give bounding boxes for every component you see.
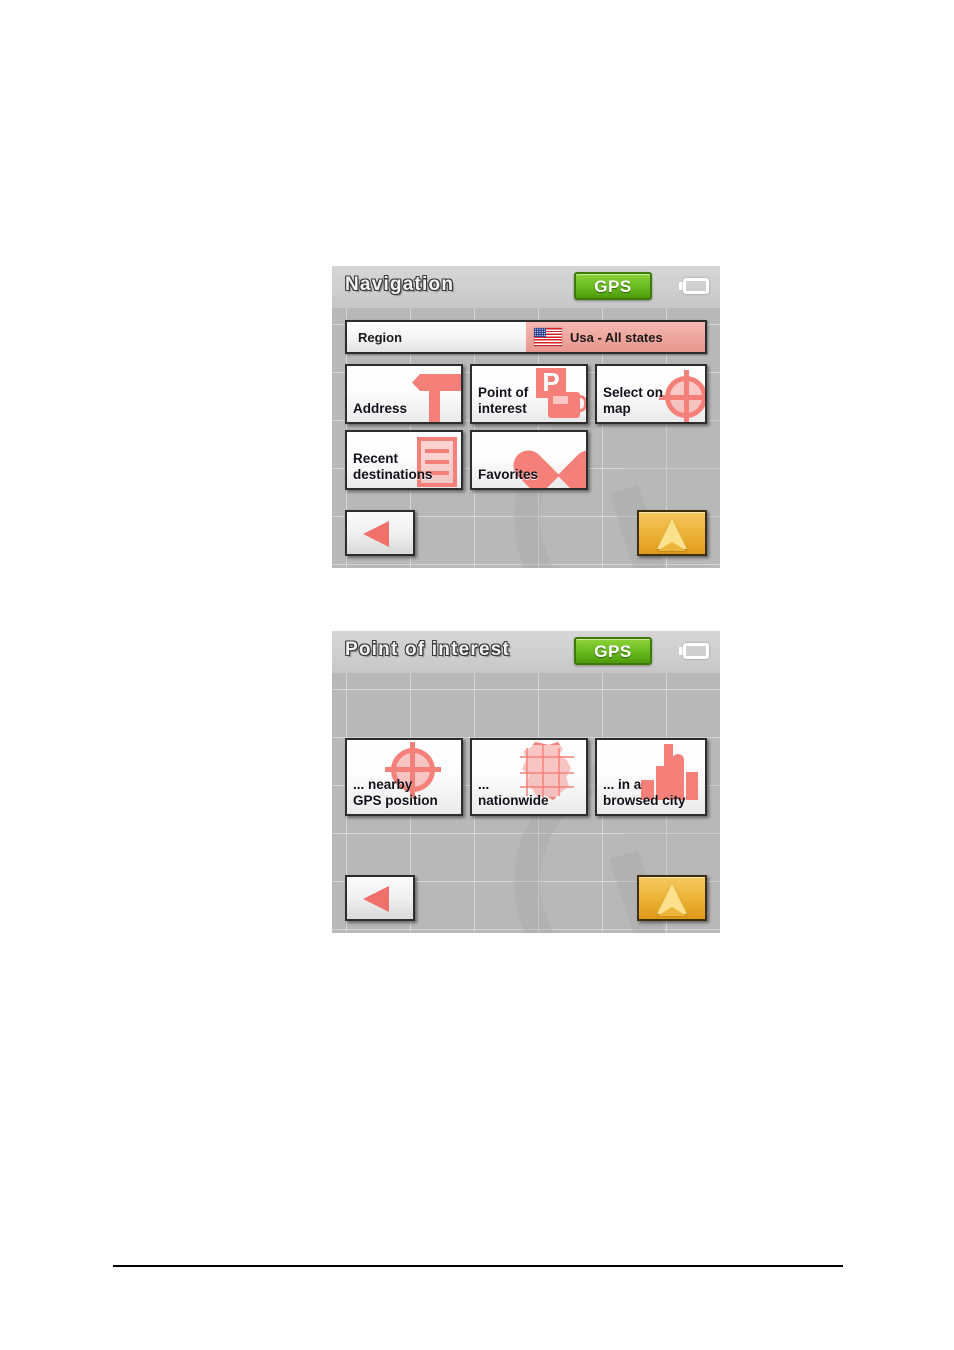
page-title: Point of interest <box>345 639 511 660</box>
tile-recent-destinations-label: Recent destinations <box>353 451 433 482</box>
back-button[interactable] <box>345 510 415 556</box>
battery-icon <box>679 643 709 659</box>
tile-select-on-map[interactable]: Select on map <box>595 364 707 424</box>
back-arrow-icon <box>363 521 389 547</box>
usa-flag-icon <box>534 328 562 346</box>
page-title: Navigation <box>345 274 455 295</box>
tile-address[interactable]: Address <box>345 364 463 424</box>
tile-select-on-map-label: Select on map <box>603 385 664 416</box>
region-label: Region <box>347 322 526 352</box>
navigate-button[interactable] <box>637 510 707 556</box>
region-value-text: Usa - All states <box>570 329 663 345</box>
heart-icon <box>507 440 586 488</box>
crosshair-icon <box>659 370 705 422</box>
parking-fuel-icon: P <box>528 368 586 422</box>
tile-point-of-interest[interactable]: P Point of interest <box>470 364 588 424</box>
back-button[interactable] <box>345 875 415 921</box>
navigation-screen: Navigation GPS Region Usa - All states A… <box>332 266 720 568</box>
tile-address-label: Address <box>353 401 408 416</box>
gps-status-badge[interactable]: GPS <box>574 637 652 665</box>
region-value-cell[interactable]: Usa - All states <box>526 322 705 352</box>
signpost-icon <box>403 370 461 422</box>
battery-icon <box>679 278 709 294</box>
tile-nationwide-label: ... nationwide <box>478 777 549 808</box>
tile-nearby-gps-position-label: ... nearby GPS position <box>353 777 438 808</box>
tile-point-of-interest-label: Point of interest <box>478 385 529 416</box>
tile-browsed-city-label: ... in a browsed city <box>603 777 686 808</box>
tile-recent-destinations[interactable]: Recent destinations <box>345 430 463 490</box>
back-arrow-icon <box>363 886 389 912</box>
navigate-button[interactable] <box>637 875 707 921</box>
titlebar: Point of interest GPS <box>332 631 720 673</box>
titlebar: Navigation GPS <box>332 266 720 308</box>
tile-nationwide[interactable]: ... nationwide <box>470 738 588 816</box>
point-of-interest-screen: Point of interest GPS ... nearby GPS pos… <box>332 631 720 933</box>
region-selector[interactable]: Region Usa - All states <box>345 320 707 354</box>
tile-favorites[interactable]: Favorites <box>470 430 588 490</box>
gps-status-badge[interactable]: GPS <box>574 272 652 300</box>
tile-nearby-gps-position[interactable]: ... nearby GPS position <box>345 738 463 816</box>
tile-favorites-label: Favorites <box>478 467 539 482</box>
tile-browsed-city[interactable]: ... in a browsed city <box>595 738 707 816</box>
footer-divider <box>113 1265 843 1267</box>
